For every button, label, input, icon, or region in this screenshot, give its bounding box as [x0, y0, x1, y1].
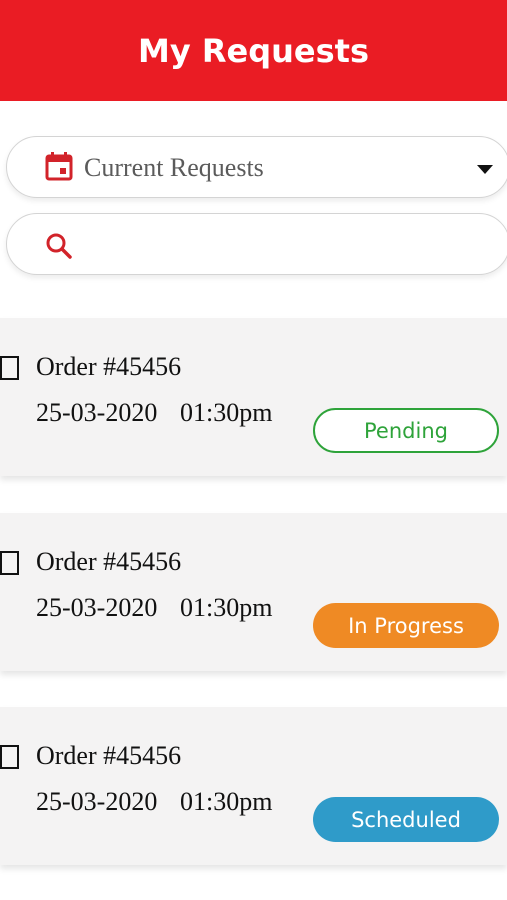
status-badge: Scheduled — [313, 797, 499, 842]
request-card[interactable]: Order #45456 25-03-2020 01:30pm Pending — [0, 318, 507, 476]
request-time: 01:30pm — [180, 398, 273, 427]
app-header: My Requests — [0, 0, 507, 101]
request-date: 25-03-2020 — [36, 398, 158, 427]
page-title: My Requests — [138, 31, 369, 70]
request-filter-dropdown[interactable]: Current Requests — [6, 136, 507, 198]
order-number: Order #45456 — [36, 352, 182, 381]
status-badge: In Progress — [313, 603, 499, 648]
filter-selected-value: Current Requests — [84, 153, 264, 182]
request-card[interactable]: Order #45456 25-03-2020 01:30pm Schedule… — [0, 707, 507, 865]
search-bar[interactable] — [6, 213, 507, 275]
search-icon — [46, 233, 72, 259]
order-number: Order #45456 — [36, 741, 182, 770]
select-checkbox[interactable] — [0, 356, 19, 380]
search-input[interactable] — [87, 224, 487, 264]
request-card[interactable]: Order #45456 25-03-2020 01:30pm In Progr… — [0, 513, 507, 671]
select-checkbox[interactable] — [0, 745, 19, 769]
request-time: 01:30pm — [180, 787, 273, 816]
request-time: 01:30pm — [180, 593, 273, 622]
status-badge: Pending — [313, 408, 499, 453]
order-number: Order #45456 — [36, 547, 182, 576]
select-checkbox[interactable] — [0, 551, 19, 575]
calendar-icon — [45, 152, 73, 181]
request-date: 25-03-2020 — [36, 787, 158, 816]
request-date: 25-03-2020 — [36, 593, 158, 622]
chevron-down-icon[interactable] — [477, 165, 493, 174]
